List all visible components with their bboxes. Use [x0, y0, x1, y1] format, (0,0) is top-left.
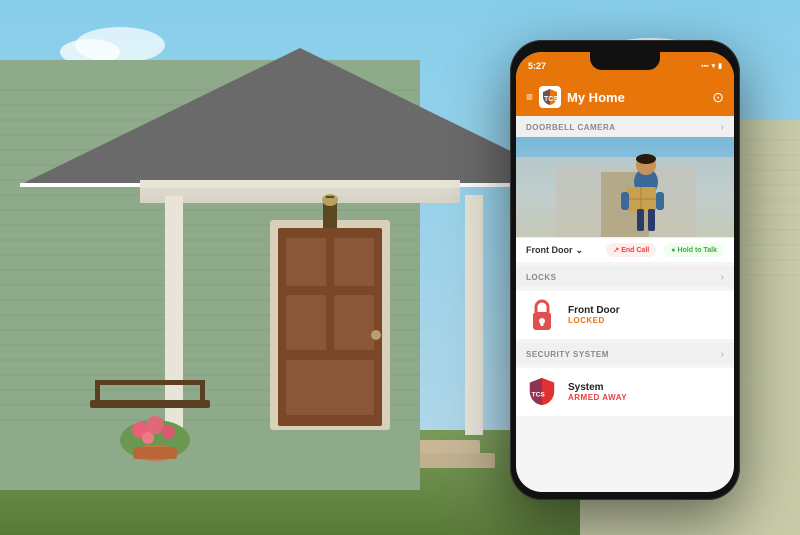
lock-status: LOCKED	[568, 316, 724, 325]
locks-arrow: ›	[721, 272, 724, 283]
mic-dot-icon: ●	[671, 247, 675, 254]
lock-info: Front Door LOCKED	[568, 305, 724, 325]
svg-text:TCS: TCS	[544, 96, 558, 103]
end-call-button[interactable]: ↗ End Call	[606, 243, 656, 257]
security-info: System ARMED AWAY	[568, 382, 724, 402]
app-logo: TCS	[539, 86, 561, 108]
svg-text:TCS: TCS	[532, 392, 546, 399]
lock-name: Front Door	[568, 305, 724, 316]
signal-icon: ▪▪▪	[701, 63, 708, 70]
lock-card[interactable]: Front Door LOCKED	[516, 291, 734, 339]
hold-talk-button[interactable]: ● Hold to Talk	[664, 243, 724, 257]
tcs-logo-wrap: TCS	[526, 376, 558, 408]
phone-notch	[590, 52, 660, 70]
header-left: ≡ TCS My Home	[526, 86, 625, 108]
app-title: My Home	[567, 90, 625, 105]
status-time: 5:27	[528, 61, 546, 71]
location-dropdown[interactable]: Front Door ⌄	[526, 245, 583, 256]
phone-screen: 5:27 ▪▪▪ ▾ ▮ ≡ TCS	[516, 52, 734, 492]
settings-icon[interactable]: ⊙	[712, 89, 724, 106]
security-section-header[interactable]: SECURITY SYSTEM ›	[516, 343, 734, 364]
doorbell-camera-card: DOORBELL CAMERA ›	[516, 116, 734, 262]
locks-label: LOCKS	[526, 273, 557, 282]
phone-slash-icon: ↗	[613, 246, 619, 254]
phone-mockup: 5:27 ▪▪▪ ▾ ▮ ≡ TCS	[510, 40, 740, 500]
status-icons: ▪▪▪ ▾ ▮	[701, 62, 722, 70]
camera-feed[interactable]	[516, 137, 734, 237]
dropdown-arrow: ⌄	[576, 245, 584, 256]
call-buttons: ↗ End Call ● Hold to Talk	[606, 243, 724, 257]
security-arrow: ›	[721, 349, 724, 360]
location-text: Front Door	[526, 245, 573, 255]
phone-shell: 5:27 ▪▪▪ ▾ ▮ ≡ TCS	[510, 40, 740, 500]
camera-controls: Front Door ⌄ ↗ End Call ● Hold to Talk	[516, 237, 734, 262]
security-card[interactable]: TCS System ARMED AWAY	[516, 368, 734, 416]
wifi-icon: ▾	[712, 62, 716, 70]
security-label: SECURITY SYSTEM	[526, 350, 609, 359]
locks-section-header[interactable]: LOCKS ›	[516, 266, 734, 287]
menu-icon[interactable]: ≡	[526, 90, 533, 104]
doorbell-section-header[interactable]: DOORBELL CAMERA ›	[516, 116, 734, 137]
doorbell-arrow: ›	[721, 122, 724, 133]
app-header: ≡ TCS My Home ⊙	[516, 80, 734, 116]
security-device-name: System	[568, 382, 724, 393]
doorbell-label: DOORBELL CAMERA	[526, 123, 616, 132]
security-status: ARMED AWAY	[568, 393, 724, 402]
battery-icon: ▮	[718, 62, 722, 70]
lock-icon-wrap	[526, 299, 558, 331]
